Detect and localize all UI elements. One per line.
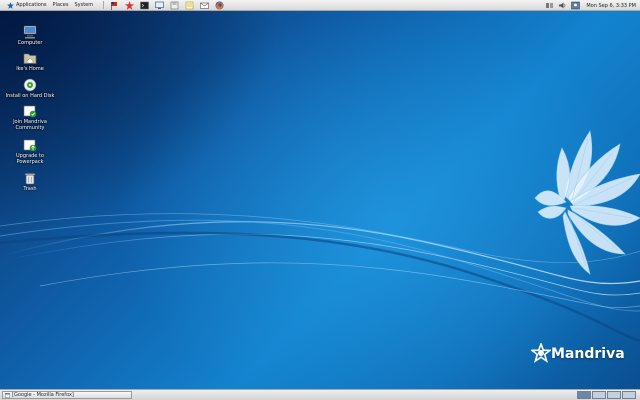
desktop-icon-install[interactable]: Install on Hard Disk xyxy=(2,78,58,99)
star-icon[interactable] xyxy=(125,0,135,10)
workspace-1[interactable] xyxy=(577,391,591,399)
installer-icon xyxy=(23,78,37,92)
network-icon[interactable] xyxy=(545,1,554,10)
terminal-icon[interactable] xyxy=(140,1,149,10)
desktop-icon-community[interactable]: Join Mandriva Community xyxy=(2,104,58,131)
trash-icon xyxy=(23,171,37,185)
desktop-icon-label: Trash xyxy=(23,186,37,192)
applications-menu-label: Applications xyxy=(16,2,47,8)
bottom-panel: [Google - Mozilla Firefox] xyxy=(0,389,640,400)
clock[interactable]: Mon Sep 6, 3:33 PM xyxy=(582,3,640,9)
upgrade-icon xyxy=(23,138,37,152)
applications-menu[interactable]: Applications xyxy=(4,0,50,11)
user-icon[interactable] xyxy=(571,1,581,10)
community-icon xyxy=(23,104,37,118)
workspace-2[interactable] xyxy=(592,391,606,399)
flag-icon[interactable] xyxy=(110,1,119,10)
notes-icon[interactable] xyxy=(185,1,194,10)
main-menu: Applications Places System xyxy=(0,0,100,11)
panel-separator xyxy=(103,1,105,9)
system-menu[interactable]: System xyxy=(71,0,96,11)
home-folder-icon xyxy=(23,51,37,65)
brand-name: Mandriva xyxy=(551,346,625,362)
taskbar-button-firefox[interactable]: [Google - Mozilla Firefox] xyxy=(2,391,132,399)
monitor-icon[interactable] xyxy=(155,1,164,10)
workspace-3[interactable] xyxy=(607,391,621,399)
firefox-icon[interactable] xyxy=(215,1,224,10)
mandriva-star-icon xyxy=(7,1,14,9)
mandriva-logo-icon xyxy=(529,341,553,365)
desktop-icon-label: Computer xyxy=(17,40,43,46)
disk-icon[interactable] xyxy=(170,1,179,10)
desktop-icon-label: Upgrade to Powerpack xyxy=(16,153,44,165)
desktop[interactable]: Computer Ike's Home Install on Hard Disk… xyxy=(0,11,640,389)
places-menu-label: Places xyxy=(52,2,69,8)
desktop-icon-computer[interactable]: Computer xyxy=(2,25,58,46)
desktop-icon-upgrade[interactable]: Upgrade to Powerpack xyxy=(2,138,58,165)
system-menu-label: System xyxy=(74,2,94,8)
launcher-area xyxy=(107,0,227,11)
brand-logo: Mandriva xyxy=(529,341,625,365)
volume-icon[interactable] xyxy=(558,1,567,10)
mail-icon[interactable] xyxy=(200,1,209,10)
workspace-4[interactable] xyxy=(622,391,636,399)
wallpaper-flower xyxy=(534,130,640,275)
desktop-icon-label: Ike's Home xyxy=(16,66,44,72)
desktop-icon-trash[interactable]: Trash xyxy=(2,171,58,192)
computer-icon xyxy=(23,25,37,39)
taskbar-button-label: [Google - Mozilla Firefox] xyxy=(12,392,74,398)
workspace-switcher xyxy=(577,391,637,399)
desktop-icon-label: Install on Hard Disk xyxy=(5,93,55,99)
desktop-icon-home[interactable]: Ike's Home xyxy=(2,51,58,72)
top-panel: Applications Places System Mon Sep 6, 3:… xyxy=(0,0,640,11)
places-menu[interactable]: Places xyxy=(50,0,72,11)
window-icon xyxy=(5,392,10,398)
desktop-icon-label: Join Mandriva Community xyxy=(13,119,47,131)
system-tray: Mon Sep 6, 3:33 PM xyxy=(543,0,640,11)
